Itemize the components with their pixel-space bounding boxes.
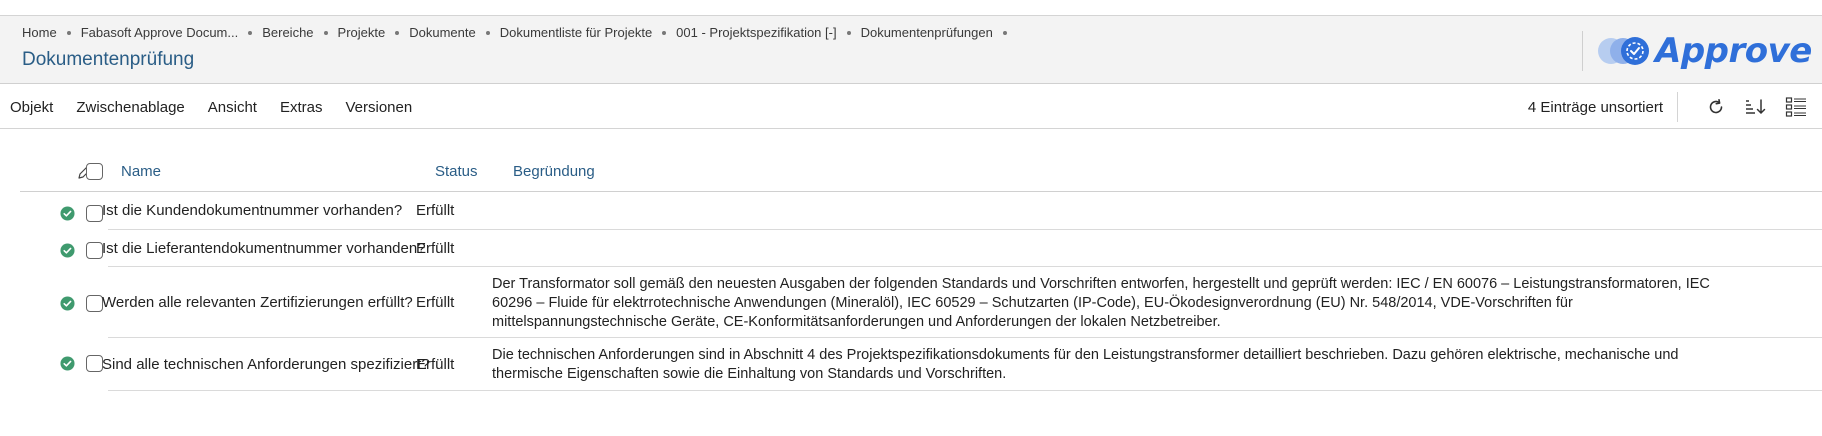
column-header-name[interactable]: Name [121,163,161,180]
breadcrumb-separator [248,30,253,35]
menu-bar: Objekt Zwischenablage Ansicht Extras Ver… [10,85,435,129]
page-header: Home Fabasoft Approve Docum... Bereiche … [0,16,1822,84]
row-reason: Der Transformator soll gemäß den neueste… [492,276,1710,330]
approve-logo-icon [1598,37,1649,65]
table-row[interactable]: Ist die Kundendokumentnummer vorhanden? … [102,192,1822,230]
breadcrumb-projekte[interactable]: Projekte [338,25,386,40]
toolbar-divider [1677,92,1678,122]
table-row[interactable]: Sind alle technischen Anforderungen spez… [102,338,1822,391]
column-header-status[interactable]: Status [435,163,478,180]
breadcrumb-separator [662,30,667,35]
menu-extras[interactable]: Extras [280,99,323,116]
top-strip [0,0,1822,16]
breadcrumb-approve[interactable]: Fabasoft Approve Docum... [81,25,239,40]
row-status: Erfüllt [416,356,455,373]
breadcrumb-separator [395,30,400,35]
select-all-checkbox[interactable] [86,163,103,180]
refresh-icon[interactable] [1702,93,1730,121]
breadcrumb-home[interactable]: Home [22,25,57,40]
row-status: Erfüllt [416,202,455,219]
status-ok-icon [60,206,75,221]
row-name: Werden alle relevanten Zertifizierungen … [102,294,413,311]
list-view-icon[interactable] [1782,93,1810,121]
breadcrumb-bereiche[interactable]: Bereiche [262,25,313,40]
breadcrumb-separator [1002,30,1007,35]
table-row[interactable]: Ist die Lieferantendokumentnummer vorhan… [102,230,1822,267]
menu-versionen[interactable]: Versionen [345,99,412,116]
logo-divider [1582,31,1583,71]
approve-logo[interactable]: Approve [1582,30,1812,72]
row-checkbox[interactable] [86,295,103,312]
sort-icon[interactable] [1742,93,1770,121]
breadcrumb-separator [323,30,328,35]
status-ok-icon [60,356,75,371]
row-checkbox[interactable] [86,242,103,259]
breadcrumb-projektspezifikation[interactable]: 001 - Projektspezifikation [-] [676,25,836,40]
menu-zwischenablage[interactable]: Zwischenablage [76,99,184,116]
toolbar-right: 4 Einträge unsortiert [1528,85,1810,129]
column-header-reason[interactable]: Begründung [513,163,595,180]
breadcrumb-separator [66,30,71,35]
toolbar: Objekt Zwischenablage Ansicht Extras Ver… [0,85,1822,129]
entry-count: 4 Einträge unsortiert [1527,98,1663,116]
page-title: Dokumentenprüfung [22,49,195,70]
breadcrumb-dokumentliste[interactable]: Dokumentliste für Projekte [500,25,652,40]
breadcrumb-separator [846,30,851,35]
table-row[interactable]: Werden alle relevanten Zertifizierungen … [102,267,1822,338]
row-status: Erfüllt [416,294,455,311]
menu-objekt[interactable]: Objekt [10,99,53,116]
menu-ansicht[interactable]: Ansicht [208,99,257,116]
row-name: Ist die Kundendokumentnummer vorhanden? [102,202,403,219]
row-name: Sind alle technischen Anforderungen spez… [102,356,430,373]
status-ok-icon [60,296,75,311]
row-status: Erfüllt [416,240,455,257]
row-name: Ist die Lieferantendokumentnummer vorhan… [102,240,426,257]
breadcrumb-dokumente[interactable]: Dokumente [409,25,475,40]
breadcrumb-separator [485,30,490,35]
breadcrumb: Home Fabasoft Approve Docum... Bereiche … [22,25,1017,40]
approve-logo-text: Approve [1655,31,1812,71]
row-checkbox[interactable] [86,205,103,222]
row-checkbox[interactable] [86,355,103,372]
grid-header: Name Status Begründung [20,150,1822,192]
row-reason: Die technischen Anforderungen sind in Ab… [492,347,1679,382]
breadcrumb-dokumentenpruefungen[interactable]: Dokumentenprüfungen [861,25,993,40]
status-ok-icon [60,243,75,258]
